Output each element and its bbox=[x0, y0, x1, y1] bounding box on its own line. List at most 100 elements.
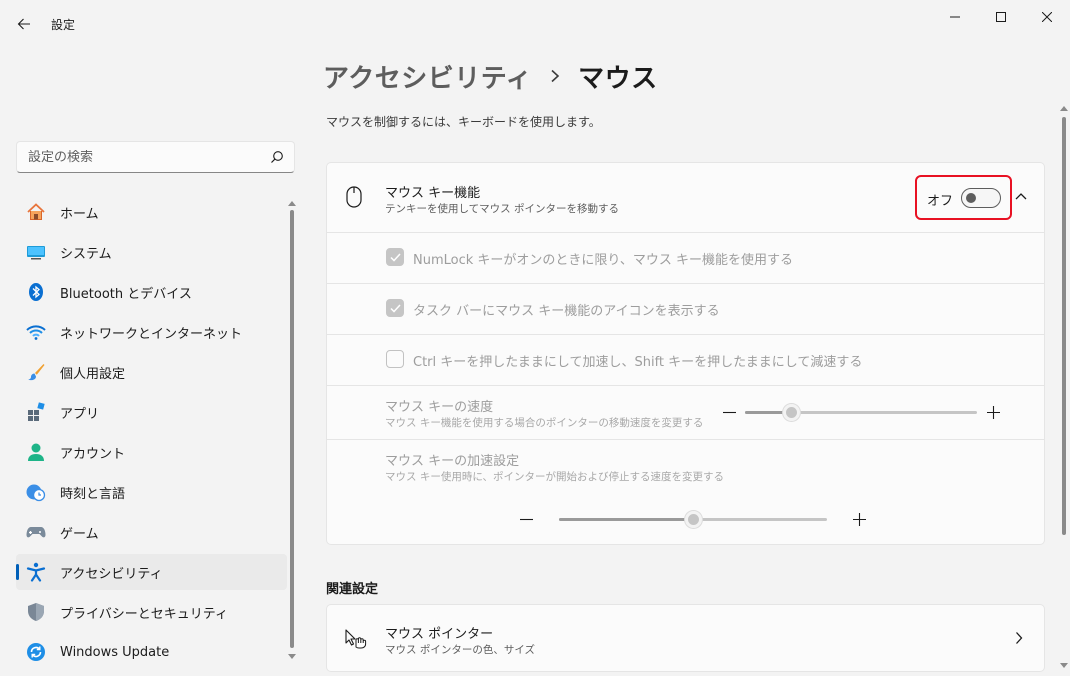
option-ctrl-shift: Ctrl キーを押したままにして加速し、Shift キーを押したままにして減速す… bbox=[327, 335, 1044, 385]
scroll-up-icon[interactable] bbox=[1060, 105, 1068, 111]
mouse-keys-subtitle: テンキーを使用してマウス ポインターを移動する bbox=[385, 203, 620, 215]
minus-icon bbox=[722, 411, 736, 413]
toggle-state-label: オフ bbox=[927, 194, 954, 209]
sidebar-item-label: ホーム bbox=[60, 206, 99, 222]
search-input[interactable] bbox=[28, 149, 258, 165]
option-label: Ctrl キーを押したままにして加速し、Shift キーを押したままにして減速す… bbox=[413, 355, 863, 370]
mouse-pointer-subtitle: マウス ポインターの色、サイズ bbox=[385, 644, 536, 656]
acceleration-subtitle: マウス キー使用時に、ポインターが開始および停止する速度を変更する bbox=[385, 471, 725, 483]
page-description: マウスを制御するには、キーボードを使用します。 bbox=[326, 115, 601, 129]
sidebar-item-windows-update[interactable]: Windows Update bbox=[16, 634, 287, 670]
breadcrumb: アクセシビリティ マウス bbox=[323, 56, 658, 96]
collapse-button[interactable] bbox=[1013, 188, 1029, 204]
acceleration-slider-thumb[interactable] bbox=[685, 511, 702, 528]
taskbar-icon-checkbox[interactable] bbox=[386, 299, 404, 317]
acceleration-title: マウス キーの加速設定 bbox=[385, 454, 520, 469]
minimize-button[interactable] bbox=[932, 4, 978, 30]
maximize-button[interactable] bbox=[978, 4, 1024, 30]
clock-globe-icon bbox=[26, 482, 46, 502]
person-icon bbox=[26, 442, 46, 462]
sidebar-scrollbar[interactable] bbox=[288, 200, 296, 666]
back-button[interactable] bbox=[12, 12, 36, 36]
mouse-keys-card: マウス キー機能 テンキーを使用してマウス ポインターを移動する オフ NumL… bbox=[326, 162, 1045, 545]
numlock-checkbox[interactable] bbox=[386, 248, 404, 266]
sidebar-item-apps[interactable]: アプリ bbox=[16, 394, 287, 430]
sidebar-item-system[interactable]: システム bbox=[16, 234, 287, 270]
sidebar-item-bluetooth[interactable]: Bluetooth とデバイス bbox=[16, 274, 287, 310]
scroll-down-icon[interactable] bbox=[288, 654, 296, 660]
ctrl-shift-checkbox[interactable] bbox=[386, 350, 404, 368]
acceleration-setting: マウス キーの加速設定 マウス キー使用時に、ポインターが開始および停止する速度… bbox=[327, 440, 1044, 544]
acceleration-increase-button[interactable] bbox=[852, 512, 866, 526]
sidebar-scroll-thumb[interactable] bbox=[290, 210, 294, 648]
checkmark-icon bbox=[389, 303, 401, 313]
sidebar-item-gaming[interactable]: ゲーム bbox=[16, 514, 287, 550]
acceleration-slider[interactable] bbox=[559, 511, 827, 528]
speed-slider-thumb[interactable] bbox=[783, 404, 800, 421]
monitor-icon bbox=[26, 242, 46, 262]
mouse-pointer-link[interactable]: マウス ポインター マウス ポインターの色、サイズ bbox=[326, 604, 1045, 672]
close-button[interactable] bbox=[1024, 4, 1070, 30]
mouse-keys-header[interactable]: マウス キー機能 テンキーを使用してマウス ポインターを移動する オフ bbox=[327, 163, 1044, 232]
acceleration-decrease-button[interactable] bbox=[519, 512, 533, 526]
sidebar-item-time-language[interactable]: 時刻と言語 bbox=[16, 474, 287, 510]
speed-setting: マウス キーの速度 マウス キー機能を使用する場合のポインターの移動速度を変更す… bbox=[327, 386, 1044, 440]
mouse-pointer-title: マウス ポインター bbox=[385, 627, 494, 642]
arrow-left-icon bbox=[17, 18, 30, 30]
minimize-icon bbox=[950, 16, 960, 18]
checkmark-icon bbox=[389, 252, 401, 262]
breadcrumb-parent-link[interactable]: アクセシビリティ bbox=[323, 58, 532, 95]
option-numlock: NumLock キーがオンのときに限り、マウス キー機能を使用する bbox=[327, 233, 1044, 283]
home-icon bbox=[26, 202, 46, 222]
plus-icon bbox=[986, 405, 1000, 419]
scroll-down-icon[interactable] bbox=[1060, 663, 1068, 669]
sidebar-item-label: プライバシーとセキュリティ bbox=[60, 606, 228, 622]
main-scroll-thumb[interactable] bbox=[1062, 117, 1066, 535]
toggle-knob bbox=[966, 193, 976, 203]
sidebar-item-privacy[interactable]: プライバシーとセキュリティ bbox=[16, 594, 287, 630]
sidebar-item-label: アクセシビリティ bbox=[60, 566, 163, 582]
sidebar-item-label: ネットワークとインターネット bbox=[60, 326, 243, 342]
sidebar-item-personalization[interactable]: 個人用設定 bbox=[16, 354, 287, 390]
sidebar-item-accounts[interactable]: アカウント bbox=[16, 434, 287, 470]
sidebar-nav: ホーム システム Bluetooth とデバイス ネットワークとインターネット … bbox=[16, 194, 287, 674]
search-box[interactable] bbox=[16, 141, 295, 173]
acceleration-slider-fill bbox=[559, 518, 693, 521]
chevron-right-icon bbox=[1016, 632, 1023, 644]
related-settings-heading: 関連設定 bbox=[326, 582, 379, 597]
plus-icon bbox=[852, 512, 866, 526]
bluetooth-icon bbox=[26, 282, 46, 302]
mouse-icon bbox=[346, 186, 362, 208]
maximize-icon bbox=[996, 12, 1006, 22]
main-scrollbar[interactable] bbox=[1059, 105, 1069, 671]
breadcrumb-chevron-icon bbox=[550, 69, 560, 83]
mouse-keys-title: マウス キー機能 bbox=[385, 186, 481, 201]
speed-increase-button[interactable] bbox=[986, 405, 1000, 419]
sidebar-item-label: アカウント bbox=[60, 446, 126, 462]
accessibility-icon bbox=[26, 562, 46, 582]
shield-icon bbox=[26, 602, 46, 622]
speed-slider[interactable] bbox=[745, 404, 977, 421]
sidebar-item-label: ゲーム bbox=[60, 526, 99, 542]
sidebar-item-label: Windows Update bbox=[60, 644, 170, 660]
search-icon[interactable] bbox=[270, 150, 284, 164]
sidebar-item-accessibility[interactable]: アクセシビリティ bbox=[16, 554, 287, 590]
sidebar-item-label: Bluetooth とデバイス bbox=[60, 286, 192, 302]
close-icon bbox=[1042, 12, 1052, 22]
option-taskbar-icon: タスク バーにマウス キー機能のアイコンを表示する bbox=[327, 284, 1044, 334]
scroll-up-icon[interactable] bbox=[288, 200, 296, 206]
app-title: 設定 bbox=[51, 18, 76, 32]
sidebar-item-network[interactable]: ネットワークとインターネット bbox=[16, 314, 287, 350]
title-bar: 設定 bbox=[0, 0, 1070, 48]
pointer-hand-icon bbox=[345, 629, 367, 649]
speed-subtitle: マウス キー機能を使用する場合のポインターの移動速度を変更する bbox=[385, 417, 704, 429]
sidebar-item-home[interactable]: ホーム bbox=[16, 194, 287, 230]
sidebar-item-label: アプリ bbox=[60, 406, 100, 422]
gamepad-icon bbox=[26, 522, 46, 542]
apps-icon bbox=[26, 402, 46, 422]
option-label: NumLock キーがオンのときに限り、マウス キー機能を使用する bbox=[413, 253, 794, 268]
wifi-icon bbox=[26, 322, 46, 342]
mouse-keys-toggle[interactable] bbox=[961, 188, 1001, 208]
speed-decrease-button[interactable] bbox=[722, 405, 736, 419]
sidebar-item-label: システム bbox=[60, 246, 112, 262]
